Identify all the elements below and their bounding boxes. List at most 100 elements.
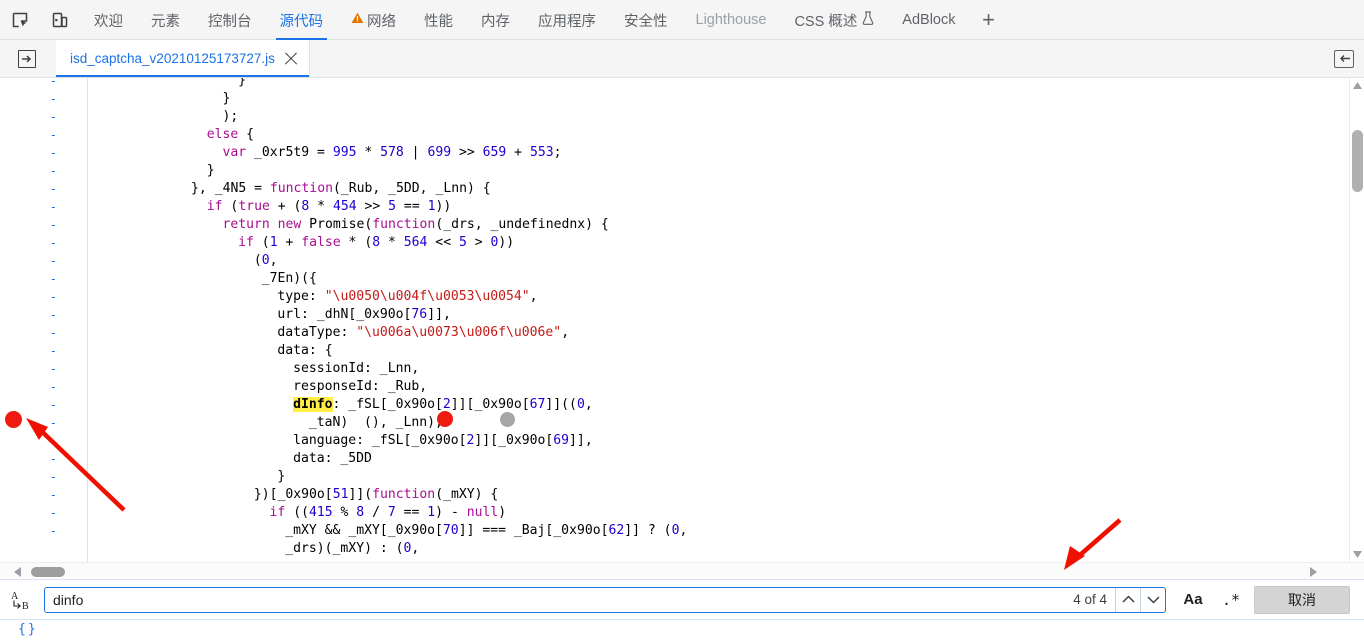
gutter-line-marker[interactable]: - <box>50 216 57 234</box>
code-line[interactable]: return new Promise(function(_drs, _undef… <box>222 216 608 234</box>
cancel-button[interactable]: 取消 <box>1254 585 1350 614</box>
gutter-line-marker[interactable]: - <box>50 522 57 540</box>
scroll-down-icon[interactable] <box>1350 547 1364 562</box>
code-token: ]][_0x90o[ <box>474 433 554 448</box>
tab-performance[interactable]: 性能 <box>410 0 467 40</box>
gutter-line-marker[interactable]: - <box>50 306 57 324</box>
code-content[interactable]: }}); else {var _0xr5t9 = 995 * 578 | 699 … <box>89 78 1364 562</box>
tab-lighthouse-label: Lighthouse <box>695 12 767 28</box>
tab-welcome[interactable]: 欢迎 <box>80 0 137 40</box>
code-line[interactable]: }, _4N5 = function(_Rub, _5DD, _Lnn) { <box>191 180 491 198</box>
code-line[interactable]: language: _fSL[_0x90o[2]][_0x90o[69]], <box>293 432 593 450</box>
tab-security[interactable]: 安全性 <box>610 0 682 40</box>
scroll-left-icon[interactable] <box>8 563 26 580</box>
gutter-line-marker[interactable]: - <box>50 252 57 270</box>
gutter-line-marker[interactable]: - <box>50 396 57 414</box>
code-line[interactable]: if ((415 % 8 / 7 == 1) - null) <box>270 504 507 522</box>
find-input-wrapper[interactable]: 4 of 4 <box>44 586 1166 613</box>
gutter-line-marker[interactable]: - <box>50 108 57 126</box>
vertical-scroll-thumb[interactable] <box>1352 130 1363 192</box>
editor-horizontal-scrollbar[interactable] <box>0 562 1364 580</box>
use-regex-button[interactable]: .* <box>1212 591 1250 609</box>
code-line[interactable]: _mXY && _mXY[_0x90o[70]] === _Baj[_0x90o… <box>285 522 687 540</box>
file-tab[interactable]: isd_captcha_v20210125173727.js <box>56 40 310 77</box>
code-line[interactable]: ); <box>222 108 238 126</box>
gutter-line-marker[interactable]: - <box>50 504 57 522</box>
code-line[interactable]: if (true + (8 * 454 >> 5 == 1)) <box>207 198 452 216</box>
find-bar: A B 4 of 4 Aa .* 取消 <box>0 580 1364 620</box>
code-line[interactable]: responseId: _Rub, <box>293 378 427 396</box>
gutter-line-marker[interactable]: - <box>50 360 57 378</box>
code-line[interactable]: type: "\u0050\u004f\u0053\u0054", <box>277 288 537 306</box>
gutter-line-marker[interactable]: - <box>50 324 57 342</box>
code-line[interactable]: data: { <box>277 342 332 360</box>
scroll-right-icon[interactable] <box>1304 563 1322 580</box>
gutter-line-marker[interactable]: - <box>50 90 57 108</box>
code-line[interactable]: _drs)(_mXY) : (0, <box>285 540 419 558</box>
device-toolbar-icon[interactable] <box>40 0 80 39</box>
code-line[interactable]: (0, <box>254 252 278 270</box>
tab-lighthouse[interactable]: Lighthouse <box>682 0 781 40</box>
code-line[interactable]: else { <box>207 126 254 144</box>
code-line[interactable]: } <box>277 468 285 486</box>
code-line[interactable]: dataType: "\u006a\u0073\u006f\u006e", <box>277 324 569 342</box>
gutter-line-marker[interactable]: - <box>50 450 57 468</box>
source-code-editor[interactable]: -------------------------- }}); else {var… <box>0 78 1364 562</box>
gutter-line-marker[interactable]: - <box>50 234 57 252</box>
pretty-print-icon[interactable]: {} <box>18 622 38 637</box>
gutter-line-marker[interactable]: - <box>50 198 57 216</box>
gutter-line-marker[interactable]: - <box>50 270 57 288</box>
tab-adblock[interactable]: AdBlock <box>888 0 969 40</box>
tab-css-overview[interactable]: CSS 概述 <box>780 0 888 40</box>
gutter-line-marker[interactable]: - <box>50 486 57 504</box>
gutter-line-marker[interactable]: - <box>50 126 57 144</box>
code-line[interactable]: _taN) (), _Lnn), <box>293 414 443 432</box>
tab-network[interactable]: 网络 <box>337 0 410 40</box>
show-navigator-icon[interactable] <box>18 49 36 68</box>
gutter-line-marker[interactable]: - <box>50 78 57 90</box>
code-token: data: { <box>277 343 333 358</box>
inspect-element-icon[interactable] <box>0 0 40 39</box>
gutter-line-marker[interactable]: - <box>50 144 57 162</box>
tab-sources[interactable]: 源代码 <box>266 0 338 40</box>
find-next-button[interactable] <box>1140 587 1165 612</box>
editor-vertical-scrollbar[interactable] <box>1349 78 1364 562</box>
tab-memory[interactable]: 内存 <box>467 0 524 40</box>
code-line[interactable]: sessionId: _Lnn, <box>293 360 419 378</box>
code-line[interactable]: url: _dhN[_0x90o[76]], <box>277 306 450 324</box>
code-token: 51 <box>332 487 349 502</box>
code-line[interactable]: data: _5DD <box>293 450 372 468</box>
gutter-line-marker[interactable]: - <box>50 468 57 486</box>
code-token: ( <box>222 199 239 214</box>
tab-console[interactable]: 控制台 <box>194 0 266 40</box>
find-input[interactable] <box>45 587 1066 612</box>
add-panel-button[interactable]: + <box>970 0 1008 40</box>
match-case-button[interactable]: Aa <box>1174 591 1212 608</box>
code-token: })[_0x90o[ <box>253 487 333 502</box>
gutter-line-marker[interactable]: - <box>50 432 57 450</box>
code-line[interactable]: })[_0x90o[51]](function(_mXY) { <box>254 486 498 504</box>
code-line[interactable]: if (1 + false * (8 * 564 << 5 > 0)) <box>238 234 514 252</box>
code-token: )) <box>435 199 452 214</box>
gutter-line-marker[interactable]: - <box>50 180 57 198</box>
gutter-line-marker[interactable]: - <box>50 342 57 360</box>
gutter-line-marker[interactable]: - <box>50 162 57 180</box>
gutter-line-marker[interactable]: - <box>50 378 57 396</box>
code-line[interactable]: dInfo: _fSL[_0x90o[2]][_0x90o[67]]((0, <box>293 396 593 414</box>
gutter-line-marker[interactable]: - <box>50 414 57 432</box>
collapse-panel-icon[interactable] <box>1334 49 1354 68</box>
code-token: 62 <box>608 523 625 538</box>
code-line[interactable]: } <box>222 90 230 108</box>
code-token: == <box>395 505 428 520</box>
tab-application[interactable]: 应用程序 <box>524 0 610 40</box>
close-icon[interactable] <box>284 52 298 66</box>
code-line[interactable]: } <box>207 162 215 180</box>
tab-elements[interactable]: 元素 <box>137 0 194 40</box>
code-line[interactable]: } <box>238 78 246 90</box>
code-line[interactable]: _7En)({ <box>262 270 317 288</box>
gutter-line-marker[interactable]: - <box>50 288 57 306</box>
code-line[interactable]: var _0xr5t9 = 995 * 578 | 699 >> 659 + 5… <box>222 144 561 162</box>
horizontal-scroll-thumb[interactable] <box>31 567 65 577</box>
find-previous-button[interactable] <box>1115 587 1140 612</box>
scroll-up-icon[interactable] <box>1350 78 1364 93</box>
